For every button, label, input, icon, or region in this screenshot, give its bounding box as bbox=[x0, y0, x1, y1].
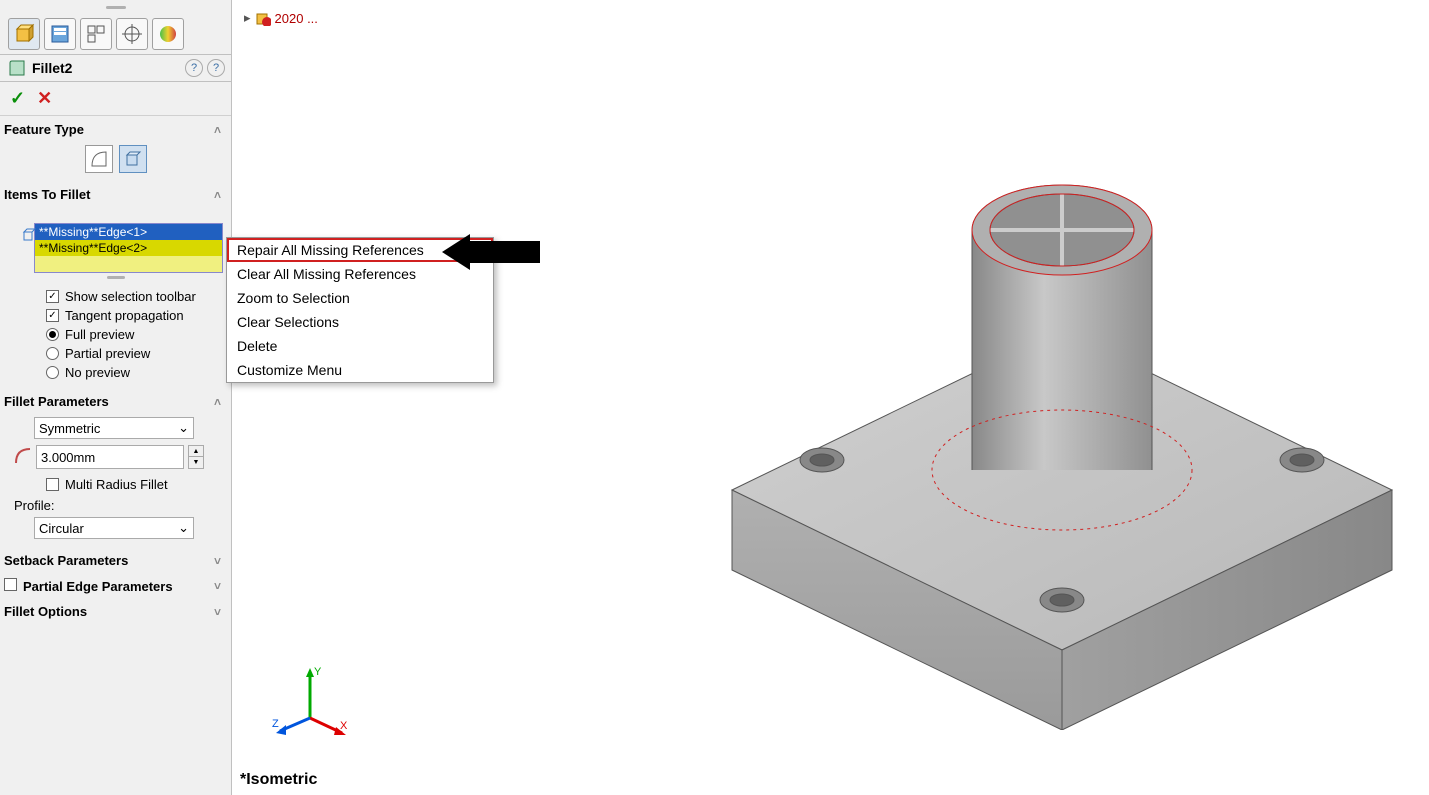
tangent-propagation-checkbox[interactable]: ✓ bbox=[46, 309, 59, 322]
section-setback-parameters[interactable]: Setback Parameters ˅ bbox=[0, 547, 231, 572]
property-icon bbox=[50, 24, 70, 44]
section-partial-edge-label: Partial Edge Parameters bbox=[23, 579, 173, 594]
section-fillet-parameters-label: Fillet Parameters bbox=[4, 394, 109, 409]
crumb-text: 2020 ... bbox=[275, 11, 318, 26]
partial-preview-label: Partial preview bbox=[65, 346, 150, 361]
spinner-up[interactable]: ▲ bbox=[189, 446, 203, 457]
section-feature-type-label: Feature Type bbox=[4, 122, 84, 137]
profile-value: Circular bbox=[39, 521, 84, 536]
feature-tree-crumb[interactable]: ▸ 2020 ... bbox=[244, 10, 318, 26]
chevron-up-icon: ˄ bbox=[214, 123, 221, 137]
fillet-type-manual[interactable] bbox=[85, 145, 113, 173]
partial-preview-radio[interactable] bbox=[46, 347, 59, 360]
ctx-zoom-to-selection[interactable]: Zoom to Selection bbox=[227, 286, 493, 310]
chevron-down-icon: ⌄ bbox=[178, 420, 189, 436]
chevron-down-icon: ˅ bbox=[214, 579, 221, 593]
profile-label: Profile: bbox=[14, 498, 223, 513]
fillet-items-list[interactable]: **Missing**Edge<1> **Missing**Edge<2> bbox=[34, 223, 223, 273]
triad-y-label: Y bbox=[314, 666, 322, 678]
radius-spinner[interactable]: ▲▼ bbox=[188, 445, 204, 469]
no-preview-label: No preview bbox=[65, 365, 130, 380]
section-items-to-fillet[interactable]: Items To Fillet ˄ bbox=[0, 181, 231, 206]
triad-z-label: Z bbox=[272, 718, 279, 730]
graphics-area[interactable]: ▸ 2020 ... bbox=[232, 0, 1429, 795]
spinner-down[interactable]: ▼ bbox=[189, 457, 203, 468]
tab-dimxpert[interactable] bbox=[116, 18, 148, 50]
partial-edge-checkbox[interactable] bbox=[4, 578, 17, 591]
section-partial-edge-parameters[interactable]: Partial Edge Parameters ˅ bbox=[0, 572, 231, 598]
ok-cancel-row: ✓ ✕ bbox=[0, 82, 231, 116]
ctx-delete[interactable]: Delete bbox=[227, 334, 493, 358]
radius-icon bbox=[14, 447, 32, 468]
cube-fillet-icon bbox=[124, 150, 142, 168]
section-fillet-parameters[interactable]: Fillet Parameters ˄ bbox=[0, 388, 231, 413]
multi-radius-checkbox[interactable] bbox=[46, 478, 59, 491]
feature-name: Fillet2 bbox=[32, 60, 72, 76]
fillet-type-fillet[interactable] bbox=[119, 145, 147, 173]
section-fillet-options-label: Fillet Options bbox=[4, 604, 87, 619]
tangent-propagation-label: Tangent propagation bbox=[65, 308, 184, 323]
chevron-up-icon: ˄ bbox=[214, 395, 221, 409]
expand-tree-icon[interactable]: ▸ bbox=[244, 10, 251, 26]
cube-icon bbox=[13, 23, 35, 45]
target-icon bbox=[122, 24, 142, 44]
list-item[interactable]: **Missing**Edge<1> bbox=[35, 224, 222, 240]
section-feature-type[interactable]: Feature Type ˄ bbox=[0, 116, 231, 141]
list-resize-handle[interactable] bbox=[107, 276, 125, 279]
part-warning-icon bbox=[255, 10, 271, 26]
pin-help-icon[interactable]: ? bbox=[185, 59, 203, 77]
tab-feature-manager[interactable] bbox=[8, 18, 40, 50]
tab-property-manager[interactable] bbox=[44, 18, 76, 50]
config-icon bbox=[86, 24, 106, 44]
panel-drag-handle[interactable] bbox=[0, 0, 231, 14]
model-view[interactable] bbox=[692, 150, 1429, 730]
section-setback-label: Setback Parameters bbox=[4, 553, 128, 568]
chevron-down-icon: ⌄ bbox=[178, 520, 189, 536]
section-fillet-options[interactable]: Fillet Options ˅ bbox=[0, 598, 231, 623]
show-selection-toolbar-label: Show selection toolbar bbox=[65, 289, 196, 304]
radius-input[interactable] bbox=[36, 445, 184, 469]
display-icon bbox=[158, 24, 178, 44]
symmetry-dropdown[interactable]: Symmetric ⌄ bbox=[34, 417, 194, 439]
multi-radius-label: Multi Radius Fillet bbox=[65, 477, 168, 492]
cancel-button[interactable]: ✕ bbox=[37, 88, 52, 109]
help-icon[interactable]: ? bbox=[207, 59, 225, 77]
tab-display-manager[interactable] bbox=[152, 18, 184, 50]
fillet-icon bbox=[8, 59, 26, 77]
selection-cube-icon bbox=[22, 228, 36, 242]
annotation-arrow bbox=[442, 234, 540, 270]
ctx-customize-menu[interactable]: Customize Menu bbox=[227, 358, 493, 382]
section-items-label: Items To Fillet bbox=[4, 187, 90, 202]
symmetry-value: Symmetric bbox=[39, 421, 100, 436]
manual-fillet-icon bbox=[90, 150, 108, 168]
full-preview-label: Full preview bbox=[65, 327, 134, 342]
triad-x-label: X bbox=[340, 720, 348, 732]
tab-configuration-manager[interactable] bbox=[80, 18, 112, 50]
show-selection-toolbar-checkbox[interactable]: ✓ bbox=[46, 290, 59, 303]
list-item-empty[interactable] bbox=[35, 256, 222, 272]
chevron-down-icon: ˅ bbox=[214, 554, 221, 568]
ctx-clear-selections[interactable]: Clear Selections bbox=[227, 310, 493, 334]
view-triad[interactable]: Y X Z bbox=[270, 663, 350, 743]
full-preview-radio[interactable] bbox=[46, 328, 59, 341]
chevron-up-icon: ˄ bbox=[214, 188, 221, 202]
no-preview-radio[interactable] bbox=[46, 366, 59, 379]
view-orientation-label: *Isometric bbox=[240, 771, 317, 789]
panel-tab-row bbox=[0, 14, 231, 55]
list-item[interactable]: **Missing**Edge<2> bbox=[35, 240, 222, 256]
chevron-down-icon: ˅ bbox=[214, 605, 221, 619]
profile-dropdown[interactable]: Circular ⌄ bbox=[34, 517, 194, 539]
feature-manager-panel: Fillet2 ? ? ✓ ✕ Feature Type ˄ Items To … bbox=[0, 0, 232, 795]
feature-header: Fillet2 ? ? bbox=[0, 55, 231, 82]
ok-button[interactable]: ✓ bbox=[10, 88, 25, 109]
